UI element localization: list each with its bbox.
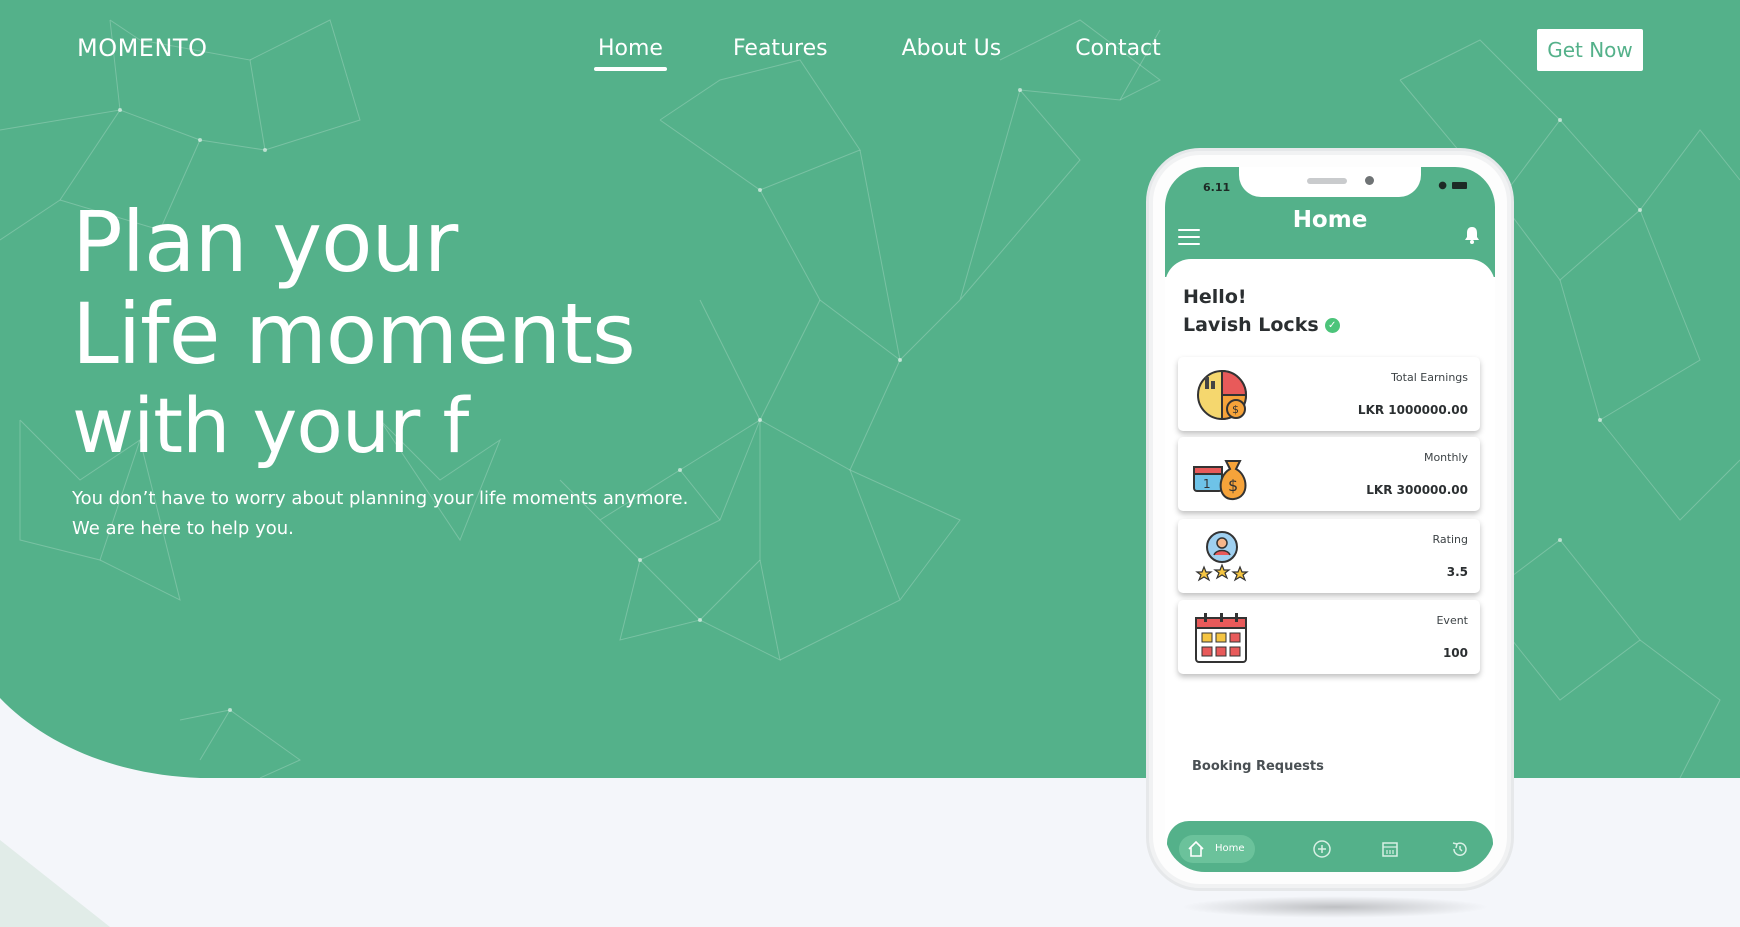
hamburger-menu-icon[interactable]: [1178, 229, 1200, 247]
phone-notch: [1239, 167, 1421, 197]
home-icon: [1188, 840, 1204, 857]
stat-value: LKR 300000.00: [1366, 483, 1468, 497]
brand-logo[interactable]: MOMENTO: [77, 34, 207, 62]
stat-value: 3.5: [1446, 565, 1468, 579]
phone-mockup: 6.11 ● Home Hello! Lavish Locks ✓ $ Total…: [1146, 148, 1514, 891]
user-name-row: Lavish Locks ✓: [1183, 311, 1340, 339]
wifi-icon: ●: [1438, 180, 1447, 191]
svg-text:1: 1: [1203, 477, 1211, 491]
earnings-chart-icon: $: [1197, 369, 1248, 421]
stat-label: Event: [1436, 614, 1468, 627]
status-icons: ●: [1438, 180, 1467, 191]
stat-label: Rating: [1432, 533, 1468, 546]
calendar-event-icon: [1195, 613, 1247, 663]
plus-circle-icon[interactable]: [1311, 838, 1333, 860]
svg-text:$: $: [1232, 403, 1239, 416]
hero-headline: Plan your Life moments with your f: [72, 193, 636, 472]
stat-card-rating[interactable]: Rating 3.5: [1178, 519, 1480, 593]
nav-home[interactable]: Home: [590, 36, 671, 71]
speaker: [1307, 178, 1347, 184]
bottom-tab-bar: Home: [1167, 821, 1493, 872]
hero-subtext: You don’t have to worry about planning y…: [72, 484, 688, 544]
verified-check-icon: ✓: [1324, 318, 1340, 333]
svg-text:$: $: [1228, 476, 1238, 495]
stat-card-total-earnings[interactable]: $ Total Earnings LKR 1000000.00: [1178, 357, 1480, 431]
phone-shadow: [1180, 896, 1490, 918]
booking-requests-heading: Booking Requests: [1192, 759, 1324, 774]
front-camera: [1365, 176, 1374, 185]
headline-line-1: Plan your: [72, 193, 458, 291]
phone-screen: 6.11 ● Home Hello! Lavish Locks ✓ $ Total…: [1165, 167, 1495, 872]
nav-features[interactable]: Features: [725, 36, 836, 71]
hero-subtext-line-2: We are here to help you.: [72, 518, 294, 539]
stat-value: LKR 1000000.00: [1357, 403, 1468, 417]
calendar-icon[interactable]: [1379, 838, 1401, 860]
get-now-button[interactable]: Get Now: [1537, 29, 1643, 71]
greeting-hello: Hello!: [1183, 286, 1247, 308]
app-title: Home: [1292, 207, 1368, 233]
user-rating-stars-icon: [1195, 531, 1249, 582]
bell-icon[interactable]: [1463, 225, 1481, 245]
stat-card-event[interactable]: Event 100: [1178, 600, 1480, 674]
nav-about-us[interactable]: About Us: [894, 36, 1010, 71]
nav-contact[interactable]: Contact: [1067, 36, 1169, 71]
stat-label: Monthly: [1423, 451, 1468, 464]
hero-subtext-line-1: You don’t have to worry about planning y…: [72, 488, 689, 509]
user-name: Lavish Locks: [1183, 314, 1319, 336]
stat-card-monthly[interactable]: 1 $ Monthly LKR 300000.00: [1178, 437, 1480, 511]
greeting: Hello! Lavish Locks ✓: [1183, 283, 1340, 339]
tab-home[interactable]: Home: [1179, 835, 1255, 863]
stat-label: Total Earnings: [1391, 371, 1468, 384]
tab-home-label: Home: [1215, 843, 1245, 854]
history-icon[interactable]: [1449, 838, 1471, 860]
status-time: 6.11: [1203, 181, 1231, 194]
money-bag-calendar-icon: 1 $: [1193, 460, 1247, 501]
stat-value: 100: [1442, 646, 1468, 660]
headline-line-2: Life moments: [72, 285, 636, 383]
battery-icon: [1452, 181, 1467, 189]
main-nav: Home Features About Us Contact: [590, 36, 1169, 71]
headline-line-3: with your f: [72, 381, 469, 470]
